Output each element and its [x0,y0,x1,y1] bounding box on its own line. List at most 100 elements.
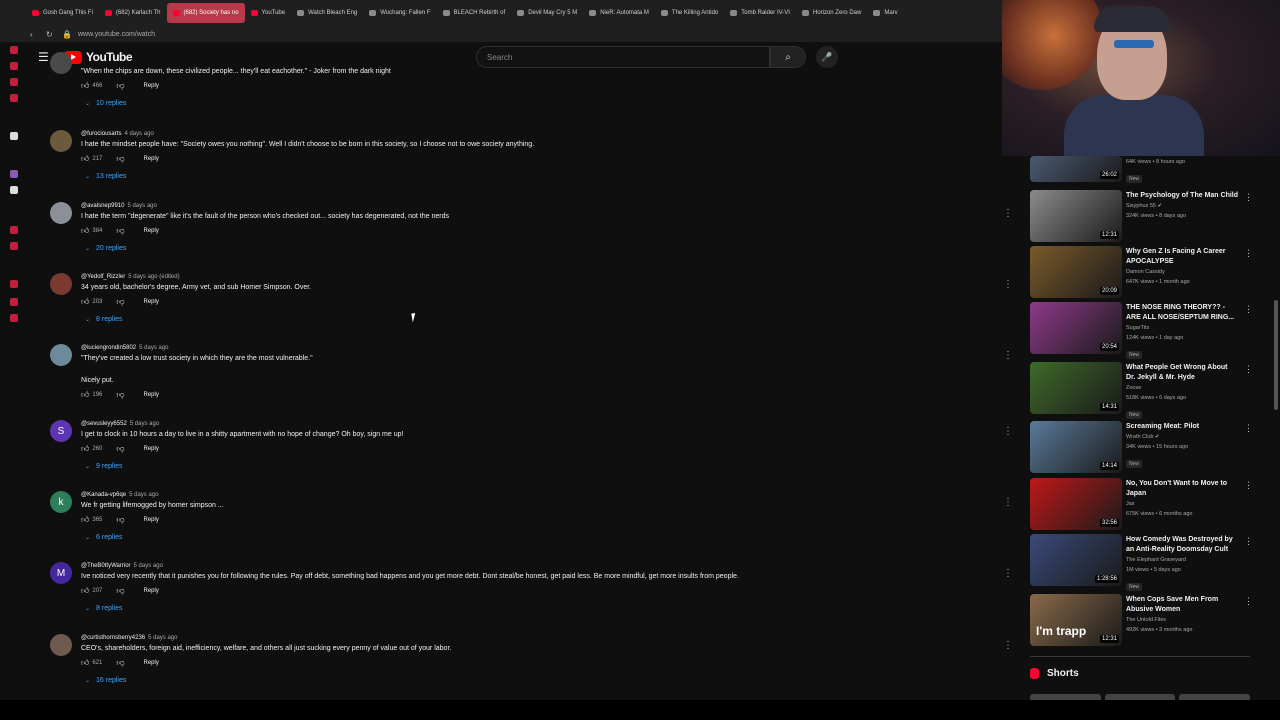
view-replies-button[interactable]: ⌄ 10 replies [85,99,941,109]
avatar[interactable]: S [50,420,72,442]
comment-author[interactable]: @Yedolf_Rizzler [81,274,125,280]
url-text[interactable]: www.youtube.com/watch [78,31,155,38]
view-replies-button[interactable]: ⌄ 8 replies [85,604,941,614]
more-actions-icon[interactable]: ⋮ [1244,304,1253,315]
comment-author[interactable]: @avalsnep9910 [81,203,124,209]
more-actions-icon[interactable]: ⋮ [1003,279,1013,290]
avatar[interactable] [50,52,72,74]
view-replies-button[interactable]: ⌄ 13 replies [85,172,941,182]
thumbs-down-icon[interactable]: 👎︎ [116,81,124,91]
menu-icon[interactable]: ☰ [38,50,50,64]
thumbs-down-icon[interactable]: 👎︎ [116,658,124,668]
video-channel[interactable]: The Untold Files [1126,615,1238,625]
comment-author[interactable]: @sevusleyy6552 [81,421,127,427]
view-replies-button[interactable]: ⌄ 8 replies [85,315,941,325]
reply-button[interactable]: Reply [144,156,159,162]
browser-tab[interactable]: NieR: Automata M [583,3,655,23]
more-actions-icon[interactable]: ⋮ [1003,350,1013,361]
back-icon[interactable]: ‹ [30,30,40,39]
video-thumbnail[interactable]: I'm trapp 12:31 [1030,594,1122,646]
bookmark-icon[interactable] [10,78,18,86]
video-title[interactable]: When Cops Save Men From Abusive Women [1126,595,1238,615]
video-title[interactable]: The Psychology of The Man Child [1126,191,1238,201]
browser-tab[interactable]: Devil May Cry 5 M [511,3,583,23]
more-actions-icon[interactable]: ⋮ [1003,497,1013,508]
view-replies-button[interactable]: ⌄ 20 replies [85,244,941,254]
avatar[interactable] [50,634,72,656]
thumbs-down-icon[interactable]: 👎︎ [116,390,124,400]
video-thumbnail[interactable]: 32:56 [1030,478,1122,530]
avatar[interactable] [50,344,72,366]
comment-time[interactable]: 4 days ago [124,131,153,137]
reply-button[interactable]: Reply [144,517,159,523]
video-thumbnail[interactable]: 26:02 [1030,156,1122,182]
browser-tab[interactable]: Horizon Zero Daw [796,3,867,23]
bookmark-icon[interactable] [10,226,18,234]
search-button[interactable]: ⌕ [770,46,806,68]
more-actions-icon[interactable]: ⋮ [1244,536,1253,547]
reply-button[interactable]: Reply [144,446,159,452]
reply-button[interactable]: Reply [144,392,159,398]
more-actions-icon[interactable]: ⋮ [1244,248,1253,259]
browser-tab[interactable]: YouTube [245,3,292,23]
video-channel[interactable]: Jax [1126,499,1238,509]
video-title[interactable]: Screaming Meat: Pilot [1126,422,1238,432]
video-thumbnail[interactable]: 20:09 [1030,246,1122,298]
thumbs-down-icon[interactable]: 👎︎ [116,515,124,525]
video-channel[interactable]: The Elephant Graveyard [1126,555,1238,565]
video-channel[interactable]: SugarTits [1126,323,1238,333]
bookmark-icon[interactable] [10,170,18,178]
browser-tab[interactable]: BLEACH Rebirth of [437,3,512,23]
reply-button[interactable]: Reply [144,660,159,666]
related-video[interactable]: 20:54 THE NOSE RING THEORY?? - ARE ALL NO… [1030,302,1260,359]
related-video[interactable]: 32:56 No, You Don't Want to Move to Japan… [1030,478,1260,532]
thumbs-up-icon[interactable]: 👍︎ [81,515,89,525]
bookmark-icon[interactable] [10,298,18,306]
thumbs-up-icon[interactable]: 👍︎ [81,658,89,668]
youtube-logo[interactable]: YouTube [64,50,133,64]
reply-button[interactable]: Reply [144,83,159,89]
related-video[interactable]: 20:09 Why Gen Z Is Facing A Career APOCAL… [1030,246,1260,300]
search-input[interactable]: Search [476,46,770,68]
bookmark-icon[interactable] [10,280,18,288]
view-replies-button[interactable]: ⌄ 9 replies [85,462,941,472]
avatar[interactable]: M [50,562,72,584]
bookmark-icon[interactable] [10,46,18,54]
thumbs-up-icon[interactable]: 👍︎ [81,297,89,307]
avatar[interactable]: k [50,491,72,513]
avatar[interactable] [50,130,72,152]
related-video[interactable]: 1:28:56 How Comedy Was Destroyed by an An… [1030,534,1260,591]
comment-author[interactable]: @curtisthornsberry4236 [81,635,145,641]
comment-time[interactable]: 5 days ago [148,635,177,641]
reply-button[interactable]: Reply [144,588,159,594]
comment-time[interactable]: 5 days ago [134,563,163,569]
related-video[interactable]: I'm trapp 12:31 When Cops Save Men From Ab… [1030,594,1260,648]
comment-author[interactable]: @Kanada-vp6qe [81,492,126,498]
more-actions-icon[interactable]: ⋮ [1244,480,1253,491]
related-video[interactable]: 14:14 Screaming Meat: Pilot Wrath Club ✔ 34… [1030,421,1260,475]
comment-time[interactable]: 5 days ago [139,345,168,351]
related-video[interactable]: 14:31 What People Get Wrong About Dr. Jek… [1030,362,1260,419]
comment-author[interactable]: @luciengrondin5802 [81,345,136,351]
video-thumbnail[interactable]: 20:54 [1030,302,1122,354]
video-title[interactable]: How Comedy Was Destroyed by an Anti-Real… [1126,535,1238,555]
video-thumbnail[interactable]: 1:28:56 [1030,534,1122,586]
video-title[interactable]: Why Gen Z Is Facing A Career APOCALYPSE [1126,247,1238,267]
shorts-header[interactable]: Shorts [1030,668,1079,679]
related-video[interactable]: 12:31 The Psychology of The Man Child Sisy… [1030,190,1260,244]
bookmark-icon[interactable] [10,94,18,102]
more-actions-icon[interactable]: ⋮ [1244,192,1253,203]
thumbs-down-icon[interactable]: 👎︎ [116,297,124,307]
comment-author[interactable]: @furociousarts [81,131,121,137]
browser-tab[interactable]: (682) Karlach Th [99,3,167,23]
video-thumbnail[interactable]: 14:31 [1030,362,1122,414]
comment-time[interactable]: 5 days ago [130,421,159,427]
thumbs-down-icon[interactable]: 👎︎ [116,444,124,454]
video-thumbnail[interactable]: 14:14 [1030,421,1122,473]
browser-tab[interactable]: Marv [867,3,903,23]
thumbs-up-icon[interactable]: 👍︎ [81,444,89,454]
bookmark-icon[interactable] [10,62,18,70]
comment-time[interactable]: 5 days ago [127,203,156,209]
scrollbar[interactable] [1274,300,1278,410]
browser-tab[interactable]: The Killing Antido [655,3,724,23]
